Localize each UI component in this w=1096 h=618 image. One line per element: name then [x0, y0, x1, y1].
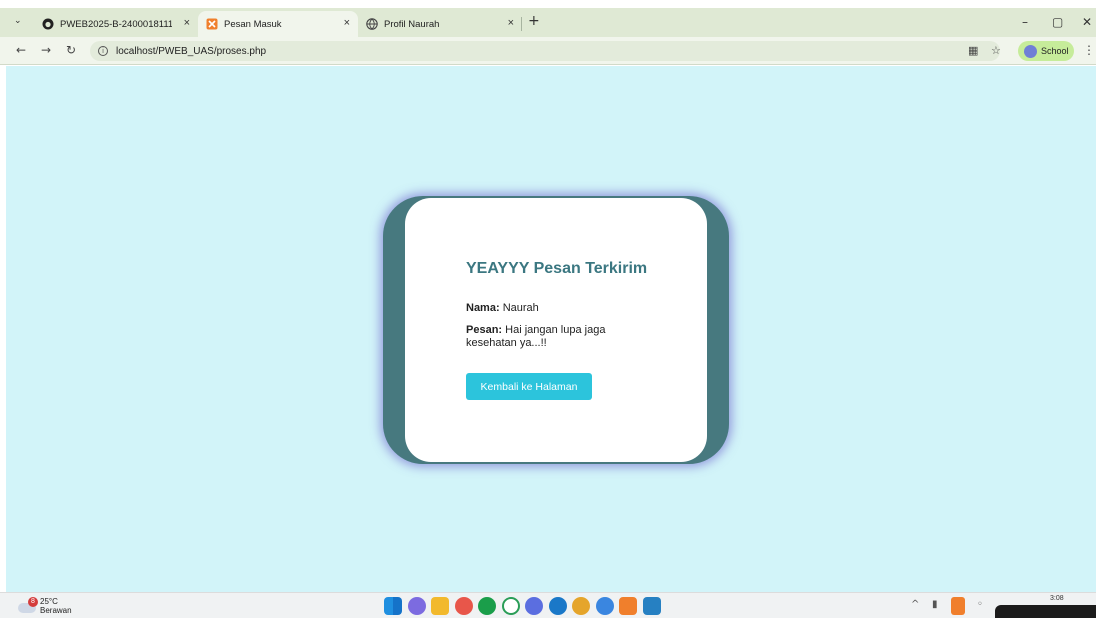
- chrome-icon[interactable]: [572, 597, 590, 615]
- message-row: Pesan: Hai jangan lupa jaga kesehatan ya…: [466, 324, 616, 350]
- close-window-icon[interactable]: ✕: [1082, 15, 1092, 29]
- app-icon[interactable]: [525, 597, 543, 615]
- redacted-bar: [995, 605, 1096, 618]
- tab-label: Profil Naurah: [384, 18, 440, 30]
- globe-icon: [366, 18, 378, 30]
- avatar: [1024, 44, 1037, 58]
- profile-button[interactable]: School: [1018, 41, 1074, 61]
- taskbar-apps: [384, 597, 666, 615]
- url-text: localhost/PWEB_UAS/proses.php: [116, 45, 267, 57]
- tab-profil-naurah[interactable]: Profil Naurah ×: [362, 11, 522, 37]
- page-title: YEAYYY Pesan Terkirim: [466, 260, 648, 277]
- forward-arrow-icon[interactable]: →: [41, 43, 51, 57]
- minimize-icon[interactable]: –: [1022, 15, 1028, 29]
- site-info-icon[interactable]: i: [98, 46, 108, 56]
- close-icon[interactable]: ×: [508, 17, 514, 29]
- spotify-icon[interactable]: [478, 597, 496, 615]
- whatsapp-icon[interactable]: [501, 597, 520, 615]
- back-to-page-button[interactable]: Kembali ke Halaman: [466, 373, 592, 400]
- name-value: Naurah: [502, 302, 539, 314]
- copilot-icon[interactable]: [407, 597, 426, 615]
- microphone-icon[interactable]: [951, 597, 965, 615]
- edge-icon[interactable]: [548, 597, 567, 615]
- url-field[interactable]: i localhost/PWEB_UAS/proses.php: [90, 41, 1000, 61]
- more-menu-icon[interactable]: ⋮: [1083, 43, 1095, 57]
- github-icon: [42, 18, 54, 30]
- name-label: Nama:: [466, 302, 500, 314]
- xampp-taskbar-icon[interactable]: [619, 597, 637, 615]
- windows-start-icon[interactable]: [384, 597, 402, 615]
- tab-divider: [521, 17, 522, 31]
- tray-app-icon[interactable]: ▮: [932, 599, 938, 610]
- restore-icon[interactable]: ▢: [1052, 15, 1063, 29]
- name-row: Nama: Naurah: [466, 302, 539, 315]
- taskbar: 8 25°C Berawan ^ ▮ ◦ 3:08: [0, 592, 1096, 618]
- tab-label: PWEB2025-B-2400018111-Web: [60, 18, 172, 30]
- chrome-canary-icon[interactable]: [454, 597, 473, 615]
- tab-label: Pesan Masuk: [224, 18, 282, 30]
- chrome-profile-icon[interactable]: [595, 597, 614, 615]
- vscode-icon[interactable]: [642, 597, 661, 615]
- profile-label: School: [1041, 46, 1069, 56]
- close-icon[interactable]: ×: [184, 17, 190, 29]
- weather-desc: Berawan: [40, 606, 72, 615]
- close-icon[interactable]: ×: [344, 17, 350, 29]
- xampp-icon: [206, 18, 218, 30]
- cloud-icon: 8: [18, 597, 38, 613]
- back-arrow-icon[interactable]: ←: [16, 43, 26, 57]
- tab-github[interactable]: PWEB2025-B-2400018111-Web ×: [38, 11, 198, 37]
- weather-temp: 25°C: [40, 597, 58, 606]
- weather-badge: 8: [28, 597, 38, 607]
- reload-icon[interactable]: ↻: [66, 43, 76, 57]
- page-viewport: YEAYYY Pesan Terkirim Nama: Naurah Pesan…: [6, 66, 1096, 592]
- tab-search-chevron-icon[interactable]: ⌄: [14, 16, 22, 26]
- message-card: YEAYYY Pesan Terkirim Nama: Naurah Pesan…: [405, 198, 707, 462]
- tray-expand-icon[interactable]: ^: [911, 599, 919, 610]
- tab-bar: ⌄ PWEB2025-B-2400018111-Web × Pesan Masu…: [0, 8, 1096, 37]
- tab-pesan-masuk[interactable]: Pesan Masuk ×: [198, 11, 358, 37]
- translate-icon[interactable]: ▦: [968, 44, 978, 57]
- address-bar: ← → ↻ i localhost/PWEB_UAS/proses.php ▦ …: [0, 37, 1096, 65]
- card-frame: YEAYYY Pesan Terkirim Nama: Naurah Pesan…: [383, 196, 729, 464]
- bookmark-star-icon[interactable]: ☆: [991, 44, 1001, 57]
- wifi-icon[interactable]: ◦: [977, 599, 983, 610]
- file-explorer-icon[interactable]: [431, 597, 449, 615]
- new-tab-icon[interactable]: +: [528, 13, 540, 29]
- message-label: Pesan:: [466, 324, 503, 336]
- clock[interactable]: 3:08: [1050, 595, 1064, 602]
- weather-widget[interactable]: 8 25°C Berawan: [18, 597, 72, 615]
